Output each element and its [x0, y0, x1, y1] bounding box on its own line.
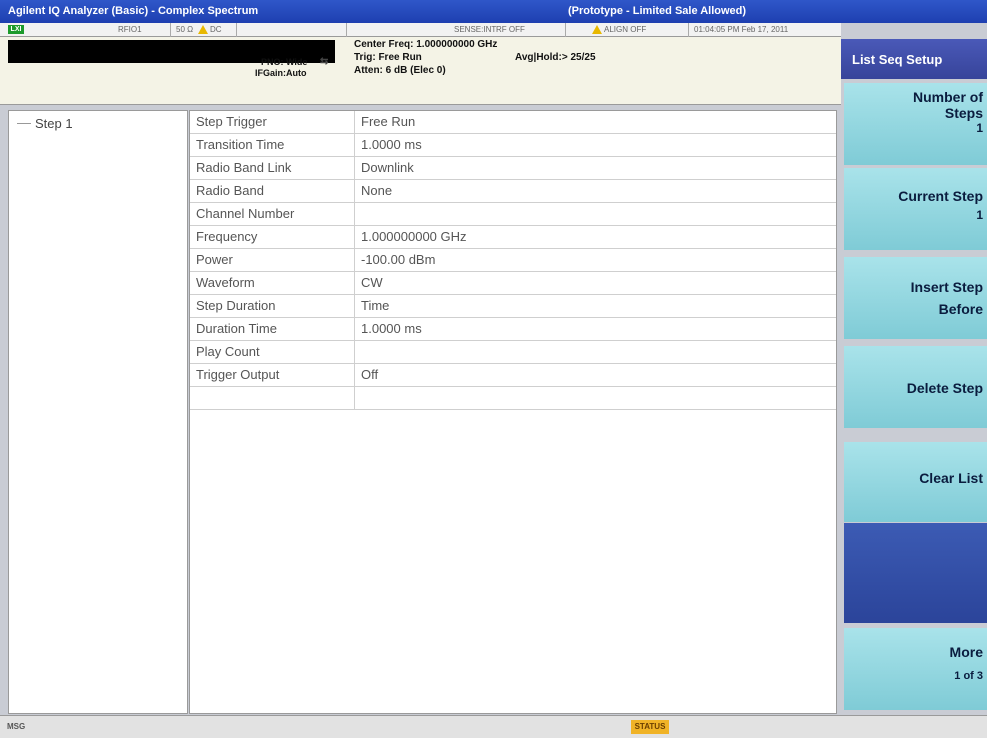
property-value-cell[interactable]: Downlink [355, 157, 836, 179]
insert-step-label-2: Before [938, 301, 983, 317]
window-titlebar: Agilent IQ Analyzer (Basic) - Complex Sp… [0, 0, 987, 23]
delete-step-label: Delete Step [906, 380, 983, 396]
property-value-cell[interactable]: 1.000000000 GHz [355, 226, 836, 248]
property-name-cell: Channel Number [190, 203, 355, 225]
more-page-indicator: 1 of 3 [954, 670, 983, 682]
pno-setting: PNO: Wide [261, 57, 308, 67]
property-value-cell[interactable]: 1.0000 ms [355, 134, 836, 156]
table-row[interactable]: Play Count [190, 341, 836, 364]
status-separator [346, 23, 347, 37]
table-row[interactable]: Transition Time 1.0000 ms [190, 134, 836, 157]
property-name-cell: Waveform [190, 272, 355, 294]
average-hold[interactable]: Avg|Hold:> 25/25 [515, 52, 596, 63]
table-row[interactable]: Duration Time 1.0000 ms [190, 318, 836, 341]
property-name-cell [190, 387, 355, 409]
property-name-cell: Transition Time [190, 134, 355, 156]
table-row[interactable]: Radio Band Link Downlink [190, 157, 836, 180]
current-step-value: 1 [976, 208, 983, 222]
property-value-cell[interactable]: Time [355, 295, 836, 317]
property-name-cell: Duration Time [190, 318, 355, 340]
property-name-cell: Play Count [190, 341, 355, 363]
more-button[interactable]: More 1 of 3 [844, 628, 987, 710]
measurement-header: Center Freq: 1.000000000 GHz Trig: Free … [0, 37, 841, 105]
insert-step-label-1: Insert Step [910, 279, 983, 295]
step-tree-panel: Step 1 [8, 110, 188, 714]
number-of-steps-value: 1 [976, 121, 983, 135]
impedance-label: 50 Ω [176, 25, 194, 34]
message-bar: MSG STATUS [0, 715, 987, 738]
number-of-steps-label-1: Number of [913, 89, 983, 105]
ifgain-setting: IFGain:Auto [255, 68, 307, 78]
property-name-cell: Frequency [190, 226, 355, 248]
align-warning-icon [592, 25, 602, 35]
table-row[interactable]: Trigger Output Off [190, 364, 836, 387]
property-value-cell[interactable]: CW [355, 272, 836, 294]
property-value-cell[interactable]: -100.00 dBm [355, 249, 836, 271]
table-row[interactable] [190, 387, 836, 410]
rf-state-label: RF OFF [496, 25, 525, 34]
table-row[interactable]: Power -100.00 dBm [190, 249, 836, 272]
status-button[interactable]: STATUS [631, 720, 669, 734]
property-value-cell[interactable]: None [355, 180, 836, 202]
table-row[interactable]: Frequency 1.000000000 GHz [190, 226, 836, 249]
property-name-cell: Step Duration [190, 295, 355, 317]
table-row[interactable]: Radio Band None [190, 180, 836, 203]
timestamp: 01:04:05 PM Feb 17, 2011 [694, 25, 789, 34]
clear-list-button[interactable]: Clear List [844, 442, 987, 522]
softkey-panel: List Seq Setup Number of Steps 1 Current… [841, 23, 987, 715]
property-value-cell[interactable]: Free Run [355, 111, 836, 133]
tree-item-step-1[interactable]: Step 1 [35, 116, 73, 131]
rf-port-label: RFIO1 [118, 25, 142, 34]
number-of-steps-label-2: Steps [944, 105, 983, 121]
property-name-cell: Power [190, 249, 355, 271]
property-name-cell: Radio Band [190, 180, 355, 202]
step-properties-table: Step Trigger Free Run Transition Time 1.000… [190, 111, 836, 410]
property-value-cell[interactable]: Off [355, 364, 836, 386]
prototype-notice: (Prototype - Limited Sale Allowed) [568, 5, 747, 17]
number-of-steps-button[interactable]: Number of Steps 1 [844, 83, 987, 165]
status-separator [170, 23, 171, 37]
property-value-cell[interactable] [355, 203, 836, 225]
align-label: ALIGN OFF [604, 25, 647, 34]
clear-list-label: Clear List [919, 470, 983, 486]
softkey-menu-title: List Seq Setup [841, 39, 987, 79]
app-title: Agilent IQ Analyzer (Basic) - Complex Sp… [8, 5, 259, 17]
insert-step-before-button[interactable]: Insert Step Before [844, 257, 987, 339]
table-row[interactable]: Channel Number [190, 203, 836, 226]
property-name-cell: Radio Band Link [190, 157, 355, 179]
step-properties-panel: Step Trigger Free Run Transition Time 1.000… [189, 110, 837, 714]
table-row[interactable]: Waveform CW [190, 272, 836, 295]
property-value-cell[interactable] [355, 341, 836, 363]
table-row[interactable]: Step Duration Time [190, 295, 836, 318]
property-name-cell: Trigger Output [190, 364, 355, 386]
sense-label: SENSE:INT [454, 25, 497, 34]
blank-softkey [844, 523, 987, 623]
attenuation-setting[interactable]: Atten: 6 dB (Elec 0) [354, 65, 446, 76]
table-row[interactable]: Step Trigger Free Run [190, 111, 836, 134]
coupling-label: DC [210, 25, 222, 34]
current-step-button[interactable]: Current Step 1 [844, 168, 987, 250]
center-frequency[interactable]: Center Freq: 1.000000000 GHz [354, 39, 497, 50]
message-label: MSG [7, 722, 26, 731]
lxi-badge: LXI [8, 25, 24, 34]
status-separator [688, 23, 689, 37]
warning-icon [198, 25, 208, 35]
tree-connector [17, 123, 31, 124]
status-separator [565, 23, 566, 37]
instrument-status-row: LXI RFIO1 50 Ω DC SENSE:INT RF OFF ALIGN… [0, 23, 841, 37]
more-label: More [949, 644, 983, 660]
trigger-setting[interactable]: Trig: Free Run [354, 52, 422, 63]
current-step-label: Current Step [898, 188, 983, 204]
status-separator [236, 23, 237, 37]
property-value-cell[interactable] [355, 387, 836, 409]
delete-step-button[interactable]: Delete Step [844, 346, 987, 428]
property-value-cell[interactable]: 1.0000 ms [355, 318, 836, 340]
trigger-loop-icon: ⇆ [320, 56, 329, 67]
property-name-cell: Step Trigger [190, 111, 355, 133]
